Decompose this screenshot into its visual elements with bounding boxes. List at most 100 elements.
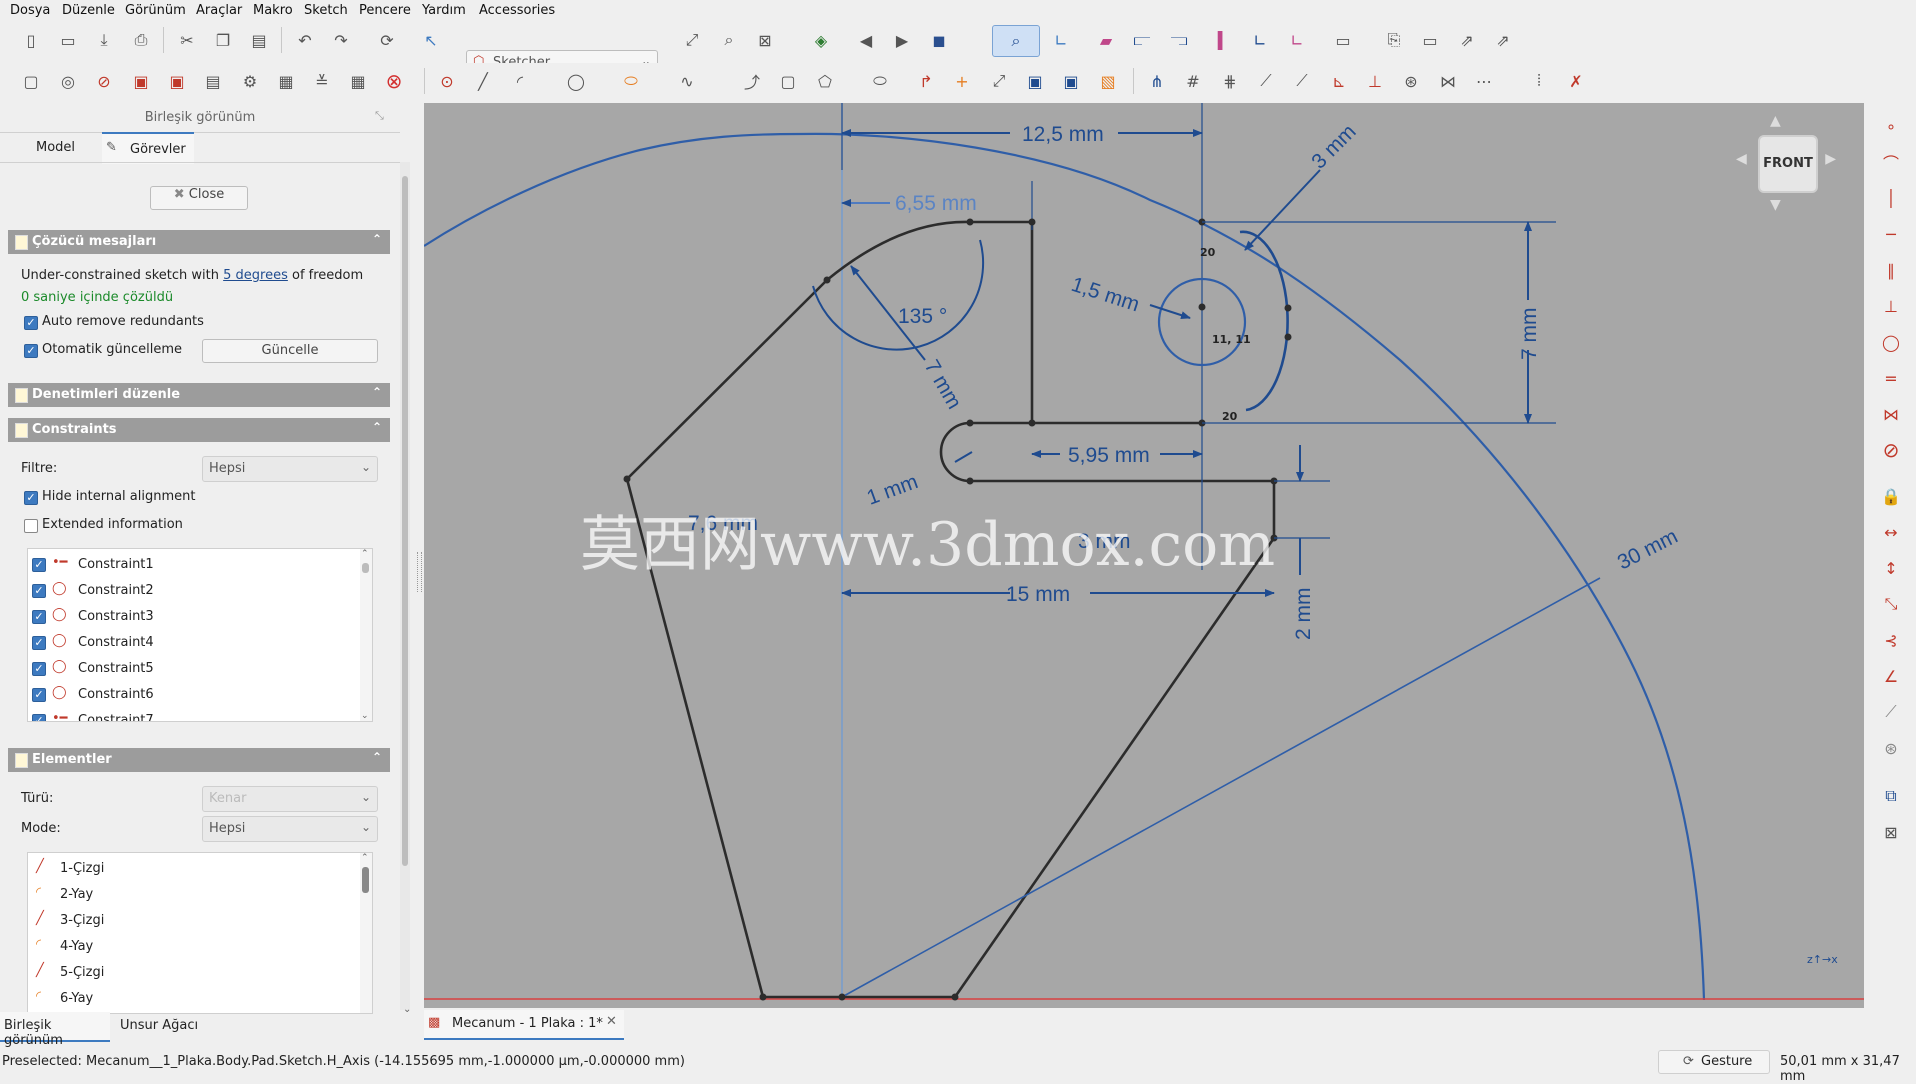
coincident-icon[interactable]: ∘ <box>1878 113 1904 139</box>
angle-constraint-icon[interactable]: ∠ <box>1878 663 1904 689</box>
menu-sketch[interactable]: Sketch <box>304 3 348 18</box>
constraint-row[interactable]: ✓ ◯ Constraint2 <box>28 577 372 603</box>
undo-icon[interactable]: ↶ <box>292 27 318 53</box>
fit-all-icon[interactable]: ⤢ <box>679 27 705 53</box>
elements-scrollbar[interactable]: ⌃ <box>360 853 372 1013</box>
menu-accessories[interactable]: Accessories <box>479 3 555 18</box>
symmetry-icon[interactable]: ⋈ <box>1435 68 1461 94</box>
task-panel-scrollbar[interactable] <box>400 162 410 1010</box>
block-constraint-icon[interactable]: ⊘ <box>1878 437 1904 463</box>
clone-geometry-icon[interactable]: ⋯ <box>1471 68 1497 94</box>
element-row[interactable]: ╱ 5-Çizgi <box>28 959 372 985</box>
element-row[interactable]: ◜ 2-Yay <box>28 881 372 907</box>
constraint-row[interactable]: ✓ ◯ Constraint6 <box>28 681 372 707</box>
constraints-scrollbar[interactable]: ⌃ ⌄ <box>360 549 372 721</box>
extended-info-checkbox[interactable] <box>24 519 38 533</box>
new-document-icon[interactable]: ▯ <box>18 27 44 53</box>
export-icon[interactable]: ⇗ <box>1454 27 1480 53</box>
constraint-row[interactable]: ✓ ◯ Constraint3 <box>28 603 372 629</box>
internal-alignment-icon[interactable]: ⊛ <box>1878 735 1904 761</box>
construction-mode-icon[interactable]: ▧ <box>1095 68 1121 94</box>
menu-help[interactable]: Yardım <box>422 3 466 18</box>
constraint-checkbox[interactable]: ✓ <box>32 584 46 598</box>
constraint-checkbox[interactable]: ✓ <box>32 636 46 650</box>
extend-tool-icon[interactable]: ⤢ <box>986 68 1012 94</box>
grid-icon[interactable]: # <box>1180 68 1206 94</box>
constraint-checkbox[interactable]: ✓ <box>32 558 46 572</box>
horizontal-constraint-icon[interactable]: ─ <box>1878 221 1904 247</box>
menu-edit[interactable]: Düzenle <box>62 3 115 18</box>
fit-selection-icon[interactable]: ⌕ <box>716 27 742 53</box>
elements-header[interactable]: Elementler ⌃ <box>8 748 390 772</box>
view-sketch-icon[interactable]: ◎ <box>55 68 81 94</box>
constraints-header[interactable]: Constraints ⌃ <box>8 418 390 442</box>
point-tool-icon[interactable]: ⊙ <box>434 68 460 94</box>
equal-constraint-icon[interactable]: = <box>1878 365 1904 391</box>
leave-sketch-icon[interactable]: ⊘ <box>91 68 117 94</box>
std-views-icon[interactable]: ◼ <box>926 27 952 53</box>
constraint-checkbox[interactable]: ✓ <box>32 610 46 624</box>
carbon-copy-icon[interactable]: ▣ <box>1058 68 1084 94</box>
radius-constraint-icon[interactable]: ⊰ <box>1878 627 1904 653</box>
conic-tool-icon[interactable]: ⬭ <box>618 68 644 94</box>
tab-tasks[interactable]: ✎ Görevler <box>102 132 194 164</box>
symmetric-constraint-icon[interactable]: ⋈ <box>1878 401 1904 427</box>
trim-tool-icon[interactable]: + <box>949 68 975 94</box>
distance-constraint-icon[interactable]: ⤡ <box>1878 591 1904 617</box>
menu-macro[interactable]: Makro <box>253 3 293 18</box>
close-tab-icon[interactable]: ✕ <box>606 1014 617 1029</box>
redo-icon[interactable]: ↷ <box>328 27 354 53</box>
navcube-face[interactable]: FRONT <box>1758 135 1818 193</box>
cut-icon[interactable]: ✂ <box>174 27 200 53</box>
refresh-icon[interactable]: ⟳ <box>374 27 400 53</box>
map-sketch-icon[interactable]: ▣ <box>128 68 154 94</box>
whats-this-icon[interactable]: ↖ <box>418 27 444 53</box>
toggle-driving-icon[interactable]: ⧉ <box>1878 783 1904 809</box>
navigation-cube[interactable]: ▲ ◀ ▶ ▼ FRONT <box>1736 113 1836 213</box>
stop-operation-icon[interactable]: ≚ <box>309 68 335 94</box>
close-sketch-icon[interactable]: ⊗ <box>381 68 407 94</box>
mirror-sketch-icon[interactable]: ▦ <box>273 68 299 94</box>
filter-select[interactable]: Hepsi ⌄ <box>202 456 378 482</box>
mode-select[interactable]: Hepsi ⌄ <box>202 816 378 842</box>
document-tab[interactable]: ▩ Mecanum - 1 Plaka : 1* ✕ <box>424 1010 624 1040</box>
float-panel-icon[interactable]: ⤡ <box>375 109 384 123</box>
3d-view[interactable]: 12,5 mm 6,55 mm 3 mm 1,5 mm 135 ° 7 mm 7… <box>424 103 1864 1008</box>
constraint-row[interactable]: ✓ •━ Constraint1 <box>28 551 372 577</box>
restore-geometry-icon[interactable]: ⊛ <box>1398 68 1424 94</box>
ruler-icon[interactable]: ▭ <box>1330 27 1356 53</box>
paste-icon[interactable]: ▤ <box>246 27 272 53</box>
delete-all-geometry-icon[interactable]: ✗ <box>1563 68 1589 94</box>
merge-sketch-icon[interactable]: ⚙ <box>237 68 263 94</box>
open-folder-icon[interactable]: ▭ <box>55 27 81 53</box>
auto-remove-checkbox[interactable]: ✓ <box>24 316 38 330</box>
constraint-tool-icon[interactable]: ⫍ <box>1129 27 1155 53</box>
element-row[interactable]: ╱ 1-Çizgi <box>28 855 372 881</box>
rectangle-tool-icon[interactable]: ▢ <box>775 68 801 94</box>
folder-icon[interactable]: ▭ <box>1417 27 1443 53</box>
tab-model[interactable]: Model <box>36 140 75 155</box>
external-geometry-icon[interactable]: ▣ <box>1022 68 1048 94</box>
auto-update-checkbox[interactable]: ✓ <box>24 344 38 358</box>
new-sketch-icon[interactable]: ▢ <box>18 68 44 94</box>
reorient-sketch-icon[interactable]: ▣ <box>164 68 190 94</box>
back-icon[interactable]: ◀ <box>853 27 879 53</box>
clone-icon[interactable]: ⎘ <box>1381 27 1407 53</box>
constraint-checkbox[interactable]: ✓ <box>32 714 46 721</box>
part-icon[interactable]: ▰ <box>1093 27 1119 53</box>
select-conflicting-icon[interactable]: ⟋ <box>1289 68 1315 94</box>
vertical-constraint-icon[interactable]: │ <box>1878 185 1904 211</box>
tab-combo-view[interactable]: Birleşik görünüm <box>0 1012 110 1048</box>
circle-tool-icon[interactable]: ◯ <box>563 68 589 94</box>
print-icon[interactable]: ⎙ <box>128 27 154 53</box>
toggle-active-icon[interactable]: ⊠ <box>1878 819 1904 845</box>
constraint-row[interactable]: ✓ ◯ Constraint5 <box>28 655 372 681</box>
menu-view[interactable]: Görünüm <box>125 3 186 18</box>
bspline-tool-icon[interactable]: ∿ <box>674 68 700 94</box>
menu-tools[interactable]: Araçlar <box>196 3 242 18</box>
update-button[interactable]: Güncelle <box>202 339 378 363</box>
bounding-box-icon[interactable]: ◈ <box>808 27 834 53</box>
menu-file[interactable]: Dosya <box>10 3 50 18</box>
hide-internal-checkbox[interactable]: ✓ <box>24 491 38 505</box>
plane-icon[interactable]: ∟ <box>1284 27 1310 53</box>
